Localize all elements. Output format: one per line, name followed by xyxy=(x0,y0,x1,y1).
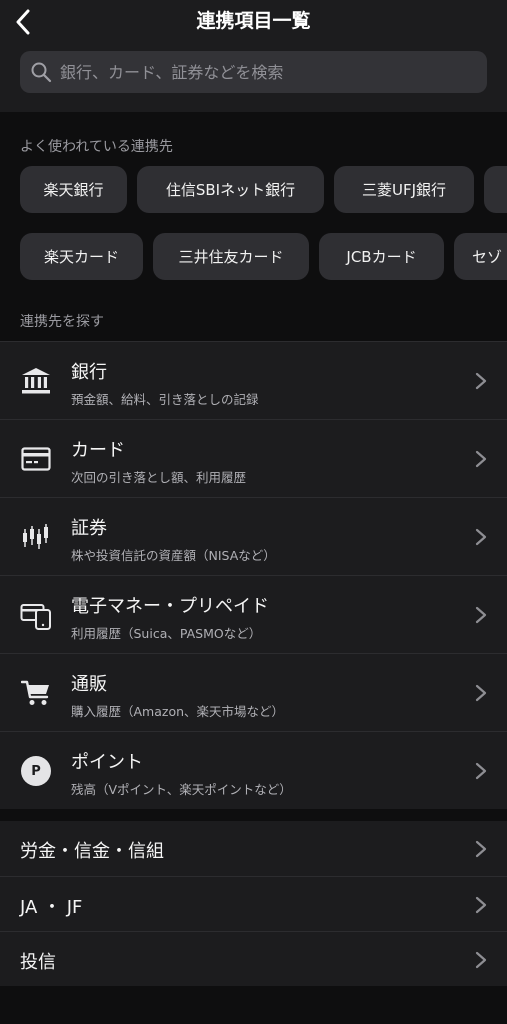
list-item-title: 投信 xyxy=(20,952,56,973)
chip-mufg-bank[interactable]: 三菱UFJ銀行 xyxy=(334,166,474,213)
list-item-ja-jf[interactable]: JA ・ JF xyxy=(0,876,507,931)
list-item-securities[interactable]: 証券 株や投資信託の資産額（NISAなど） xyxy=(0,497,507,575)
popular-section-label: よく使われている連携先 xyxy=(20,139,173,155)
list-item-title: JA ・ JF xyxy=(20,897,83,918)
list-item-emoney[interactable]: 電子マネー・プリペイド 利用履歴（Suica、PASMOなど） xyxy=(0,575,507,653)
list-item-card[interactable]: カード 次回の引き落とし額、利用履歴 xyxy=(0,419,507,497)
list-item-subtitle: 預金額、給料、引き落としの記録 xyxy=(71,392,259,407)
list-item-subtitle: 株や投資信託の資産額（NISAなど） xyxy=(71,548,276,563)
list-item-rokin-shinkin[interactable]: 労金・信金・信組 xyxy=(0,821,507,876)
list-item-subtitle: 利用履歴（Suica、PASMOなど） xyxy=(71,626,262,641)
shopping-cart-icon xyxy=(20,678,52,708)
candlestick-icon xyxy=(20,522,52,552)
page-title: 連携項目一覧 xyxy=(196,10,311,32)
list-item-title: 通販 xyxy=(71,674,107,695)
list-item-subtitle: 残高（Vポイント、楽天ポイントなど） xyxy=(71,782,292,797)
point-badge: P xyxy=(21,756,51,786)
search-bar[interactable] xyxy=(20,51,487,93)
list-item-shopping[interactable]: 通販 購入履歴（Amazon、楽天市場など） xyxy=(0,653,507,731)
search-input[interactable] xyxy=(60,62,480,82)
chip-truncated[interactable] xyxy=(484,166,507,213)
header-bar: 連携項目一覧 xyxy=(0,0,507,112)
search-icon xyxy=(31,62,52,83)
chip-saison-card[interactable]: セゾ xyxy=(454,233,507,280)
chevron-right-icon xyxy=(475,606,487,624)
list-item-title: ポイント xyxy=(71,752,143,773)
list-item-subtitle: 購入履歴（Amazon、楽天市場など） xyxy=(71,704,285,719)
list-item-points[interactable]: P ポイント 残高（Vポイント、楽天ポイントなど） xyxy=(0,731,507,809)
chevron-right-icon xyxy=(475,762,487,780)
browse-section-label: 連携先を探す xyxy=(20,314,104,330)
list-item-title: 証券 xyxy=(71,518,107,539)
e-money-icon xyxy=(20,600,52,630)
list-item-title: カード xyxy=(71,440,125,461)
chevron-right-icon xyxy=(475,450,487,468)
chevron-right-icon xyxy=(475,951,487,969)
credit-card-icon xyxy=(20,444,52,474)
chip-rakuten-bank[interactable]: 楽天銀行 xyxy=(20,166,127,213)
chip-jcb-card[interactable]: JCBカード xyxy=(319,233,444,280)
popular-chips-row-1: 楽天銀行 住信SBIネット銀行 三菱UFJ銀行 xyxy=(0,166,507,213)
chip-smbc-card[interactable]: 三井住友カード xyxy=(153,233,309,280)
chevron-right-icon xyxy=(475,528,487,546)
bank-icon xyxy=(20,366,52,396)
chevron-right-icon xyxy=(475,840,487,858)
chevron-right-icon xyxy=(475,684,487,702)
popular-chips-row-2: 楽天カード 三井住友カード JCBカード セゾ xyxy=(0,233,507,280)
list-item-subtitle: 次回の引き落とし額、利用履歴 xyxy=(71,470,247,485)
list-item-bank[interactable]: 銀行 預金額、給料、引き落としの記録 xyxy=(0,341,507,419)
category-list: 銀行 預金額、給料、引き落としの記録 カード 次回の引き落とし額、利用履歴 証券… xyxy=(0,341,507,809)
other-category-list: 労金・信金・信組 JA ・ JF 投信 xyxy=(0,821,507,986)
list-item-title: 銀行 xyxy=(71,362,107,383)
list-item-title: 電子マネー・プリペイド xyxy=(71,596,269,617)
chevron-right-icon xyxy=(475,896,487,914)
chevron-right-icon xyxy=(475,372,487,390)
chip-sbi-net-bank[interactable]: 住信SBIネット銀行 xyxy=(137,166,324,213)
list-item-investment-trust[interactable]: 投信 xyxy=(0,931,507,986)
chip-rakuten-card[interactable]: 楽天カード xyxy=(20,233,143,280)
list-item-title: 労金・信金・信組 xyxy=(20,841,164,862)
point-icon: P xyxy=(20,756,52,786)
